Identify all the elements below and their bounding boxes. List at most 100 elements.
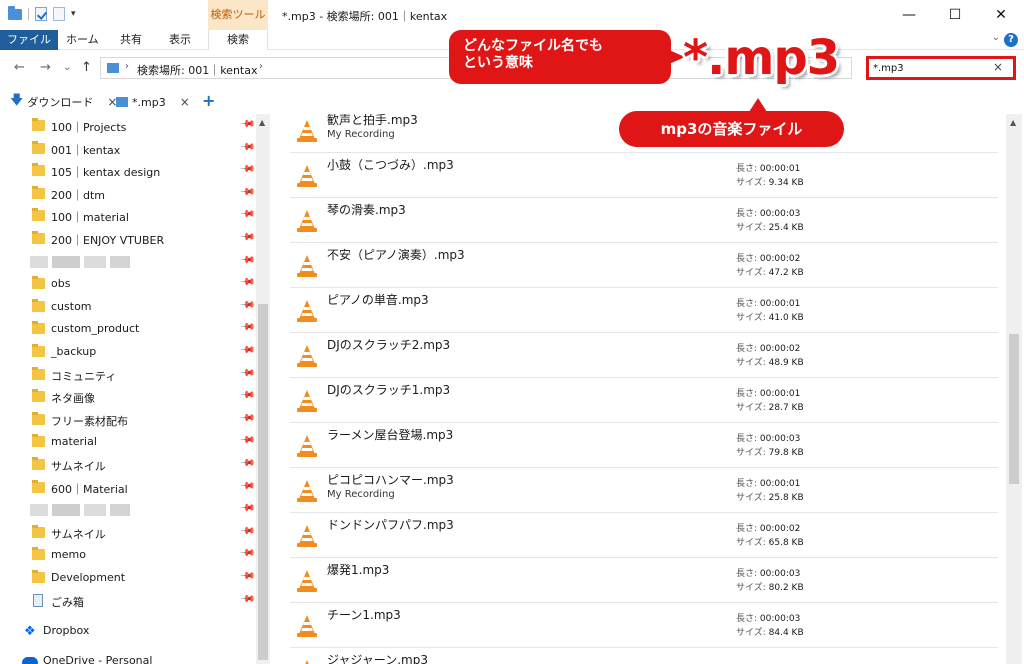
pin-icon[interactable]: 📌 (239, 410, 256, 427)
sidebar-scrollbar[interactable]: ▲ (256, 114, 270, 664)
search-box[interactable]: × (866, 56, 1016, 80)
pin-icon[interactable]: 📌 (239, 139, 256, 156)
vlc-media-file-icon (296, 659, 318, 664)
sidebar-item-folder[interactable]: 100｜Projects 📌 (0, 115, 256, 137)
sidebar-item-folder[interactable]: 200｜ENJOY VTUBER 📌 (0, 228, 256, 250)
pin-icon[interactable]: 📌 (239, 229, 256, 246)
sidebar-item-dropbox[interactable]: ❖ Dropbox (0, 620, 255, 642)
file-row[interactable]: ピアノの単音.mp3 長さ: 00:00:01 サイズ: 41.0 KB (290, 288, 998, 333)
pin-icon[interactable]: 📌 (239, 274, 256, 291)
pin-icon[interactable]: 📌 (239, 252, 256, 269)
sidebar-item-folder[interactable]: 105｜kentax design 📌 (0, 160, 256, 182)
pin-icon[interactable]: 📌 (239, 365, 256, 382)
minimize-button[interactable]: — (886, 0, 932, 30)
sidebar-item-folder[interactable]: obs 📌 (0, 273, 256, 295)
sidebar-item-folder[interactable]: custom 📌 (0, 296, 256, 318)
breadcrumb[interactable]: 検索場所: 001｜kentax (137, 62, 257, 78)
pin-icon[interactable]: 📌 (239, 206, 256, 223)
pin-icon[interactable]: 📌 (239, 545, 256, 562)
tab-view[interactable]: 表示 (169, 30, 191, 50)
recent-locations-icon[interactable]: ⌄ (63, 62, 71, 73)
sidebar-item-folder[interactable]: サムネイル 📌 (0, 454, 256, 476)
sidebar-item-folder[interactable]: memo 📌 (0, 544, 256, 566)
sidebar-item-folder[interactable]: _backup 📌 (0, 341, 256, 363)
maximize-button[interactable]: ☐ (932, 0, 978, 30)
file-row[interactable]: 小鼓（こつづみ）.mp3 長さ: 00:00:01 サイズ: 9.34 KB (290, 153, 998, 198)
ribbon-expand-icon[interactable]: ⌄ (992, 32, 1000, 43)
pin-icon[interactable]: 📌 (239, 116, 256, 133)
up-button[interactable]: ↑ (81, 60, 92, 75)
pin-icon[interactable]: 📌 (239, 478, 256, 495)
sidebar-item-folder[interactable]: 200｜dtm 📌 (0, 183, 256, 205)
pin-icon[interactable]: 📌 (239, 342, 256, 359)
vlc-media-file-icon (296, 119, 318, 143)
properties-icon[interactable] (35, 7, 47, 21)
clear-search-icon[interactable]: × (993, 60, 1003, 74)
results-scrollbar[interactable]: ▲ (1006, 114, 1022, 664)
file-row[interactable]: DJのスクラッチ1.mp3 長さ: 00:00:01 サイズ: 28.7 KB (290, 378, 998, 423)
file-row[interactable]: 爆発1.mp3 長さ: 00:00:03 サイズ: 80.2 KB (290, 558, 998, 603)
sidebar-item-label: コミュニティ (51, 370, 117, 383)
sidebar-item-folder[interactable]: 600｜Material 📌 (0, 477, 256, 499)
pin-icon[interactable]: 📌 (239, 387, 256, 404)
pin-icon[interactable]: 📌 (239, 297, 256, 314)
tab-close-icon[interactable]: × (180, 95, 190, 109)
folder-icon (32, 118, 45, 131)
sidebar-item-folder[interactable]: custom_product 📌 (0, 318, 256, 340)
sidebar-item-folder[interactable]: コミュニティ 📌 (0, 364, 256, 386)
customize-dropdown-icon[interactable]: ▾ (71, 9, 76, 19)
pin-icon[interactable]: 📌 (239, 500, 256, 517)
pin-icon[interactable]: 📌 (239, 523, 256, 540)
sidebar-item-onedrive[interactable]: OneDrive - Personal (0, 650, 255, 664)
scrollbar-thumb[interactable] (258, 304, 268, 660)
pin-icon[interactable]: 📌 (239, 455, 256, 472)
tab-share[interactable]: 共有 (120, 30, 142, 50)
help-icon[interactable]: ? (1004, 33, 1018, 47)
file-row[interactable]: ラーメン屋台登場.mp3 長さ: 00:00:03 サイズ: 79.8 KB (290, 423, 998, 468)
pin-icon[interactable]: 📌 (239, 568, 256, 585)
close-button[interactable]: ✕ (978, 0, 1024, 30)
file-row[interactable]: ジャジャーン.mp3 (290, 648, 998, 664)
file-row[interactable]: 琴の滑奏.mp3 長さ: 00:00:03 サイズ: 25.4 KB (290, 198, 998, 243)
file-row[interactable]: チーン1.mp3 長さ: 00:00:03 サイズ: 84.4 KB (290, 603, 998, 648)
vlc-media-file-icon (296, 524, 318, 548)
sidebar-item-label: フリー素材配布 (51, 415, 128, 428)
sidebar-item-folder[interactable]: ネタ画像 📌 (0, 386, 256, 408)
sidebar-item-folder[interactable]: Development 📌 (0, 567, 256, 589)
forward-button[interactable]: → (40, 60, 51, 75)
tab-home[interactable]: ホーム (66, 30, 99, 50)
tab-search[interactable]: 検索 (208, 30, 268, 50)
sidebar-item-label: サムネイル (51, 460, 106, 473)
file-row[interactable]: 不安（ピアノ演奏）.mp3 長さ: 00:00:02 サイズ: 47.2 KB (290, 243, 998, 288)
search-input[interactable] (873, 61, 983, 75)
vlc-media-file-icon (296, 344, 318, 368)
tab-downloads[interactable]: 🡇 ダウンロード × (10, 90, 117, 114)
sidebar-item-hidden[interactable]: 📌 (0, 499, 256, 521)
file-row[interactable]: DJのスクラッチ2.mp3 長さ: 00:00:02 サイズ: 48.9 KB (290, 333, 998, 378)
breadcrumb-chevron-icon[interactable]: › (259, 61, 263, 72)
pin-icon[interactable]: 📌 (239, 432, 256, 449)
new-tab-button[interactable]: + (202, 91, 215, 110)
sidebar-item-hidden[interactable]: 📌 (0, 251, 256, 273)
sidebar-item-folder[interactable]: 100｜material 📌 (0, 205, 256, 227)
sidebar-item-folder[interactable]: 001｜kentax 📌 (0, 138, 256, 160)
file-row[interactable]: ピコピコハンマー.mp3 My Recording 長さ: 00:00:01 サイズ:… (290, 468, 998, 513)
pin-icon[interactable]: 📌 (239, 184, 256, 201)
scroll-up-icon[interactable]: ▲ (259, 118, 265, 127)
file-row[interactable]: ドンドンパフパフ.mp3 長さ: 00:00:02 サイズ: 65.8 KB (290, 513, 998, 558)
pin-icon[interactable]: 📌 (239, 161, 256, 178)
tab-mp3-search[interactable]: *.mp3 × (116, 90, 190, 114)
sidebar-item-folder[interactable]: サムネイル 📌 (0, 522, 256, 544)
back-button[interactable]: ← (14, 60, 25, 75)
scrollbar-thumb[interactable] (1009, 334, 1019, 484)
sidebar-item-recycle-bin[interactable]: ごみ箱 📌 (0, 590, 256, 612)
pin-icon[interactable]: 📌 (239, 591, 256, 608)
size-key: サイズ: (736, 358, 766, 368)
scroll-up-icon[interactable]: ▲ (1010, 118, 1016, 127)
breadcrumb-chevron-icon[interactable]: › (125, 61, 129, 72)
sidebar-item-folder[interactable]: material 📌 (0, 431, 256, 453)
tab-file[interactable]: ファイル (0, 30, 58, 50)
sidebar-item-folder[interactable]: フリー素材配布 📌 (0, 409, 256, 431)
pin-icon[interactable]: 📌 (239, 319, 256, 336)
new-folder-icon[interactable] (53, 7, 65, 21)
